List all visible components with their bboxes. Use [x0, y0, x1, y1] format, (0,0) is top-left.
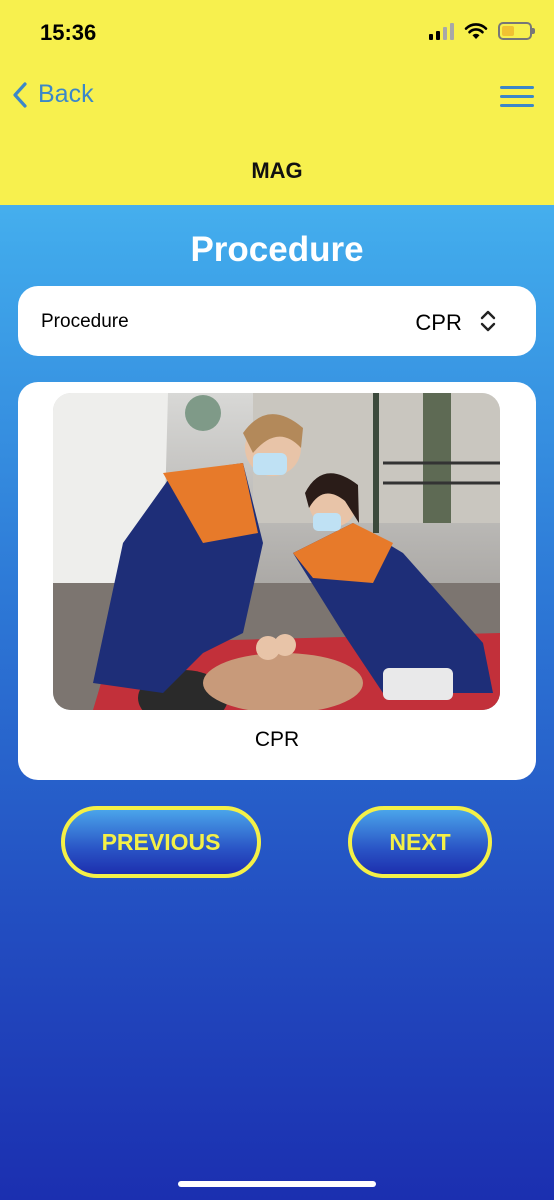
back-button[interactable]: Back	[12, 80, 94, 109]
top-header: 15:36 Back MAG	[0, 0, 554, 205]
status-time: 15:36	[40, 20, 97, 45]
chevron-left-icon	[13, 81, 27, 108]
procedure-select[interactable]: Procedure CPR	[18, 286, 536, 356]
back-label: Back	[38, 80, 94, 108]
status-icons	[429, 22, 535, 40]
section-title: Procedure	[190, 230, 364, 269]
up-down-chevron-icon	[480, 310, 496, 332]
procedure-image-card: CPR	[18, 382, 536, 780]
screen-title: MAG	[251, 158, 303, 183]
signal-icon	[429, 22, 454, 40]
hamburger-menu-icon[interactable]	[500, 86, 534, 110]
image-caption: CPR	[254, 728, 300, 751]
home-indicator	[178, 1181, 376, 1187]
wifi-icon	[464, 23, 488, 39]
battery-icon	[498, 22, 535, 40]
select-label: Procedure	[41, 311, 129, 332]
next-button[interactable]: NEXT	[348, 806, 492, 878]
previous-button[interactable]: PREVIOUS	[61, 806, 261, 878]
cpr-training-photo	[53, 393, 500, 710]
